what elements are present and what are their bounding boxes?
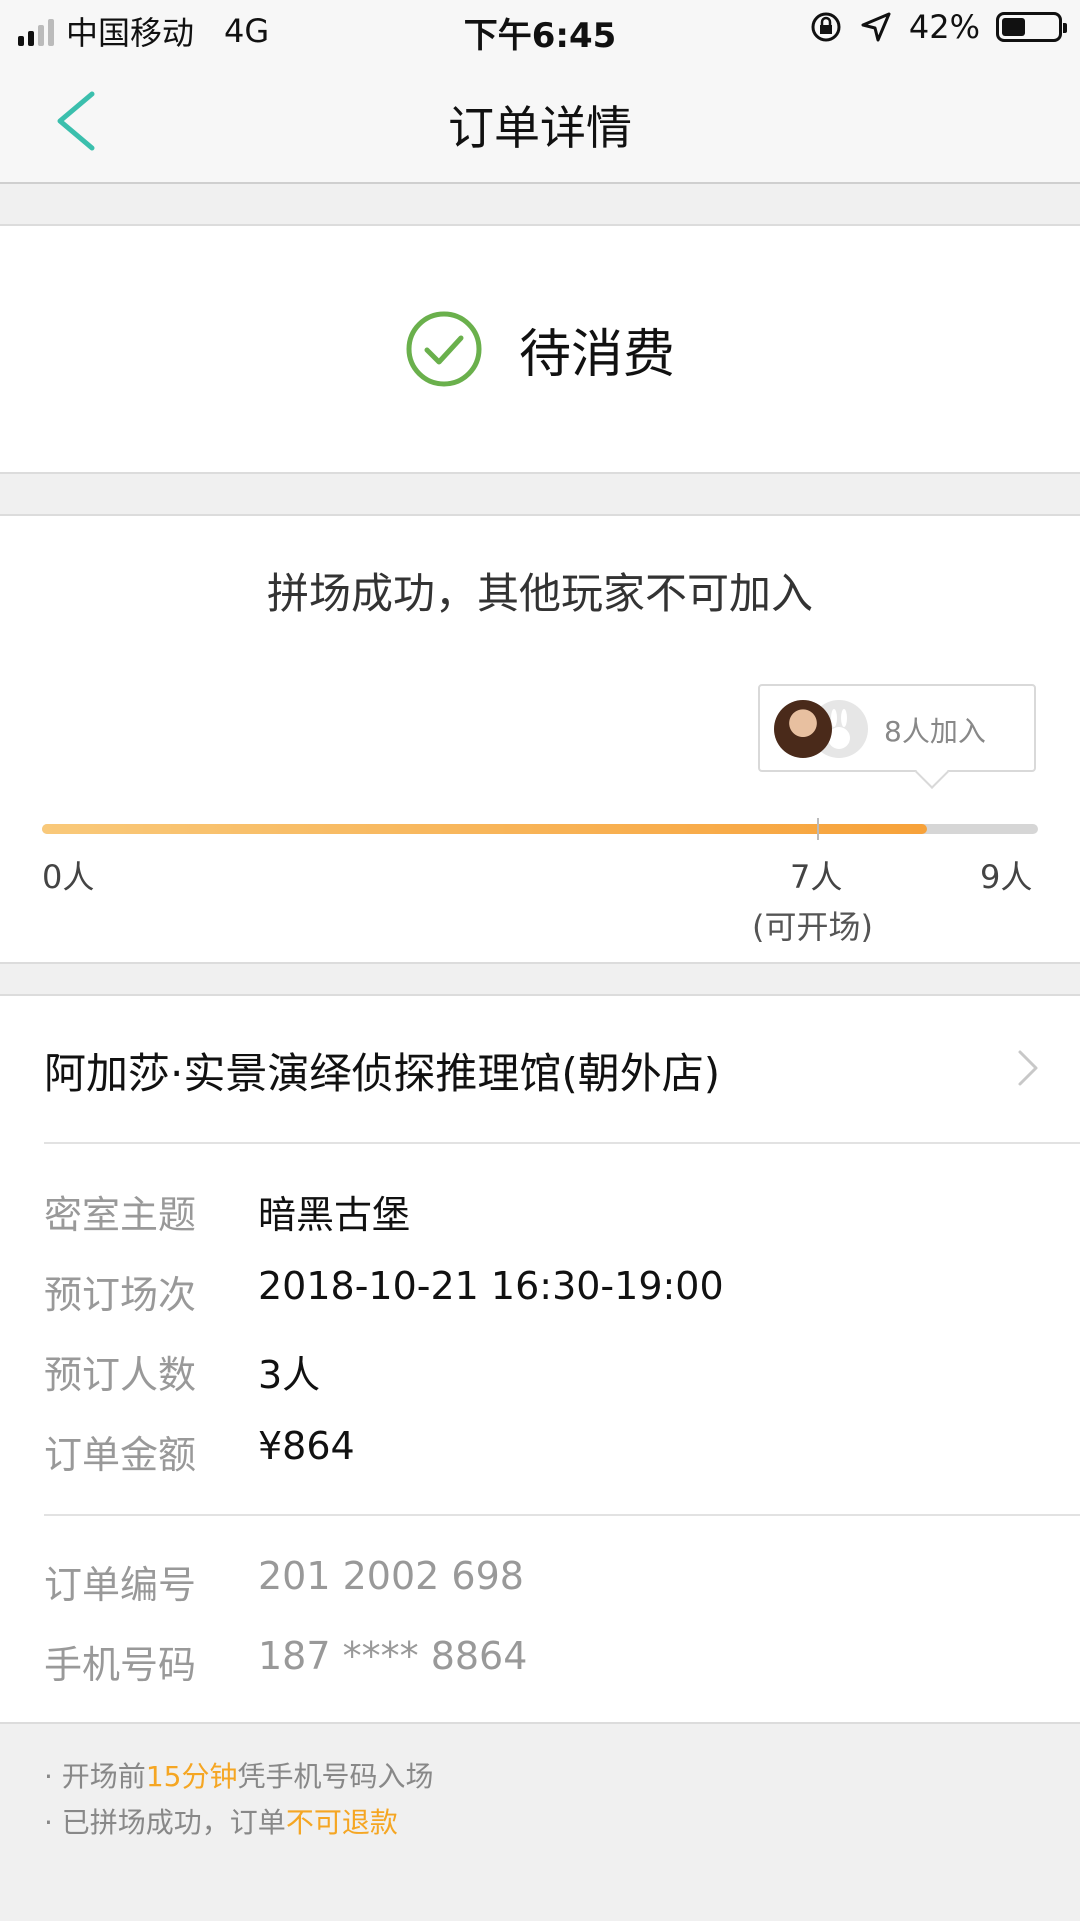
detail-label: 密室主题 bbox=[44, 1193, 197, 1237]
detail-value: 暗黑古堡 bbox=[258, 1193, 411, 1237]
joined-tooltip: 8人加入 bbox=[758, 684, 1036, 772]
nav-bar: 订单详情 bbox=[0, 58, 1080, 184]
progress-threshold-label: 7人 bbox=[790, 858, 843, 896]
detail-row-session: 预订场次 2018-10-21 16:30-19:00 bbox=[44, 1264, 724, 1319]
meta-value: 201 2002 698 bbox=[258, 1554, 524, 1598]
avatar bbox=[774, 700, 832, 758]
note-item: · 已拼场成功，订单不可退款 bbox=[44, 1800, 433, 1846]
status-bar: 中国移动 4G 下午6:45 42% bbox=[0, 0, 1080, 58]
meta-row-phone: 手机号码 187 **** 8864 bbox=[44, 1634, 527, 1689]
threshold-tick bbox=[817, 818, 819, 840]
detail-label: 预订人数 bbox=[44, 1353, 197, 1397]
location-arrow-icon bbox=[861, 12, 891, 42]
store-row[interactable]: 阿加莎·实景演绎侦探推理馆(朝外店) bbox=[0, 996, 1080, 1142]
rotation-lock-icon bbox=[811, 12, 841, 42]
meta-label: 手机号码 bbox=[44, 1643, 197, 1687]
detail-label: 订单金额 bbox=[44, 1433, 197, 1477]
detail-value: 3人 bbox=[258, 1353, 321, 1397]
note-item: · 开场前15分钟凭手机号码入场 bbox=[44, 1754, 433, 1800]
note-text: · 已拼场成功，订单 bbox=[44, 1806, 286, 1839]
order-status-text: 待消费 bbox=[518, 324, 675, 385]
divider bbox=[44, 1514, 1080, 1516]
progress-min-label: 0人 bbox=[42, 858, 95, 896]
divider bbox=[44, 1142, 1080, 1144]
join-progress-fill bbox=[42, 824, 928, 834]
detail-row-people: 预订人数 3人 bbox=[44, 1344, 320, 1399]
detail-label: 预订场次 bbox=[44, 1273, 197, 1317]
battery-icon bbox=[996, 12, 1067, 42]
meta-row-order-number: 订单编号 201 2002 698 bbox=[44, 1554, 524, 1609]
join-progress-track bbox=[42, 824, 1038, 834]
group-status-title: 拼场成功，其他玩家不可加入 bbox=[266, 569, 813, 618]
note-highlight: 不可退款 bbox=[285, 1806, 398, 1839]
note-highlight: 15分钟 bbox=[145, 1760, 238, 1793]
note-text: · 开场前 bbox=[44, 1760, 146, 1793]
detail-value: ¥864 bbox=[258, 1424, 355, 1468]
order-notes: · 开场前15分钟凭手机号码入场 · 已拼场成功，订单不可退款 bbox=[44, 1754, 433, 1846]
detail-row-amount: 订单金额 ¥864 bbox=[44, 1424, 355, 1479]
progress-max-label: 9人 bbox=[980, 858, 1033, 896]
order-status: 待消费 bbox=[0, 310, 1080, 388]
threshold-note: (可开场) bbox=[752, 908, 873, 946]
detail-row-theme: 密室主题 暗黑古堡 bbox=[44, 1184, 410, 1239]
detail-value: 2018-10-21 16:30-19:00 bbox=[258, 1264, 724, 1308]
order-info-card: 阿加莎·实景演绎侦探推理馆(朝外店) 密室主题 暗黑古堡 预订场次 2018-1… bbox=[0, 994, 1080, 1724]
status-right: 42% bbox=[809, 8, 1067, 46]
store-name: 阿加莎·实景演绎侦探推理馆(朝外店) bbox=[44, 1049, 721, 1098]
battery-percent: 42% bbox=[908, 8, 980, 46]
meta-value: 187 **** 8864 bbox=[258, 1634, 528, 1678]
joined-count-label: 8人加入 bbox=[884, 715, 986, 748]
check-circle-icon bbox=[406, 311, 482, 387]
note-text: 凭手机号码入场 bbox=[237, 1760, 434, 1793]
group-progress-card: 拼场成功，其他玩家不可加入 8人加入 0人 7人 9人 (可开场) bbox=[0, 514, 1080, 964]
chevron-right-icon bbox=[1018, 1050, 1038, 1086]
order-status-card: 待消费 bbox=[0, 224, 1080, 474]
page-title: 订单详情 bbox=[448, 101, 632, 155]
meta-label: 订单编号 bbox=[44, 1563, 197, 1607]
